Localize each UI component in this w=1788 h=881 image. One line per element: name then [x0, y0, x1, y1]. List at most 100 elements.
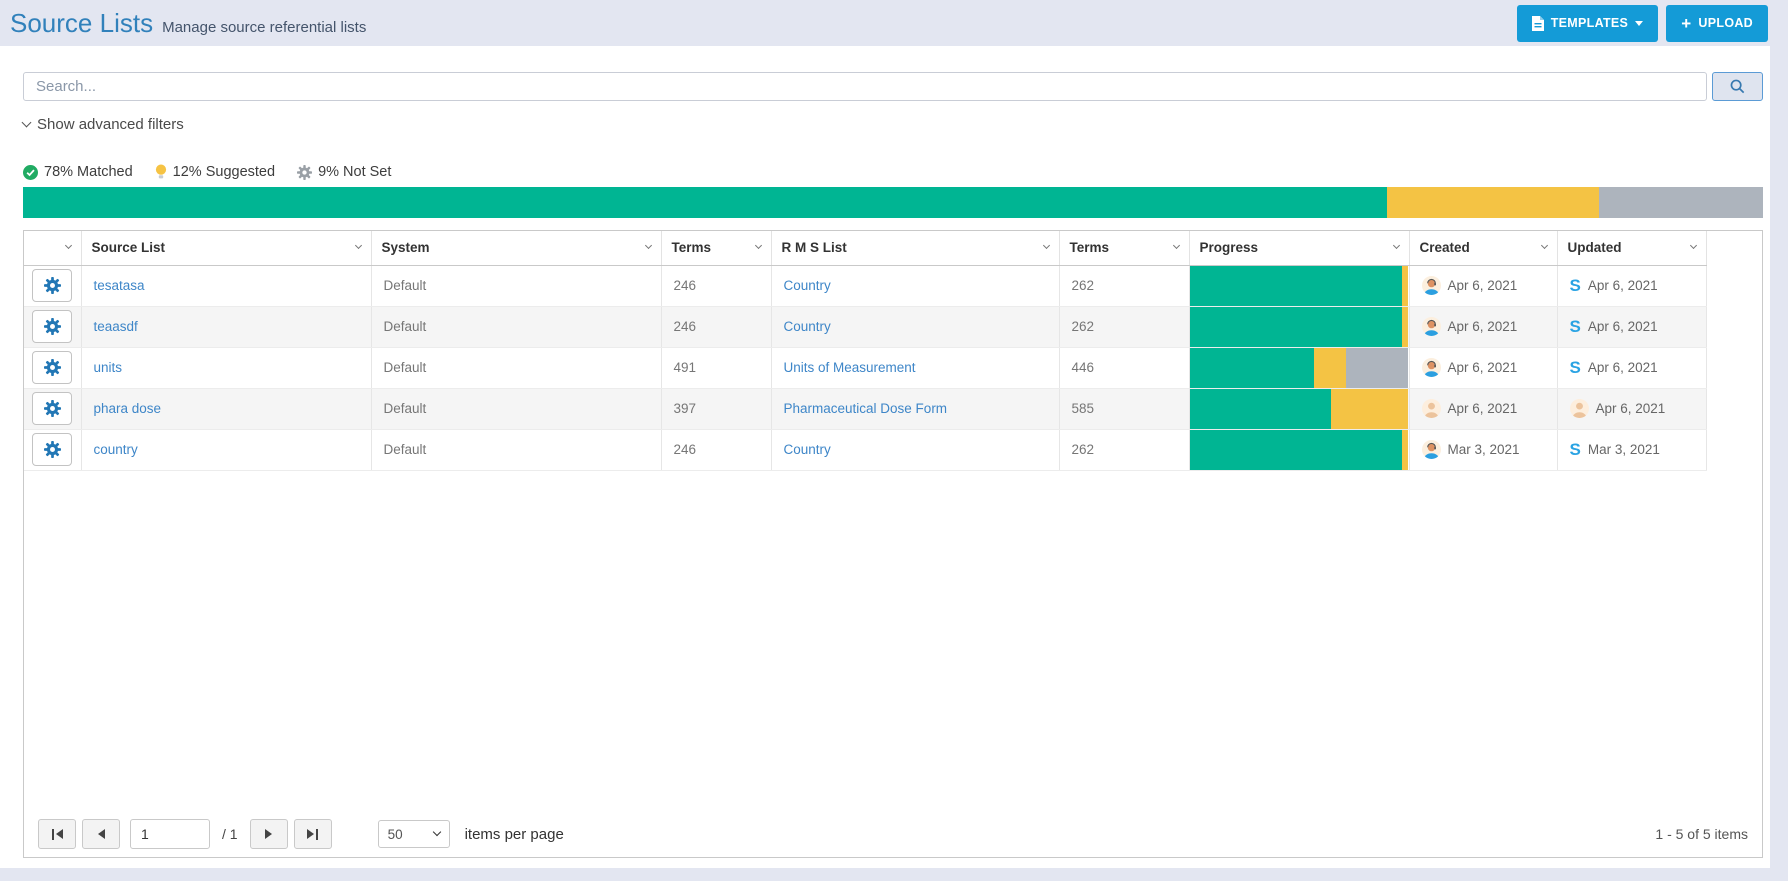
column-menu-chevron-icon[interactable] — [1392, 242, 1399, 249]
updated-date: Apr 6, 2021 — [1588, 319, 1658, 334]
last-page-button[interactable] — [294, 819, 332, 849]
created-cell: Apr 6, 2021 — [1409, 388, 1557, 429]
source-list-link[interactable]: phara dose — [94, 401, 162, 416]
table-row: units Default 491 Units of Measurement 4… — [24, 347, 1762, 388]
rms-list-link[interactable]: Pharmaceutical Dose Form — [784, 401, 948, 416]
next-page-button[interactable] — [250, 819, 288, 849]
rms-list-link[interactable]: Country — [784, 319, 831, 334]
progress-suggested-segment — [1402, 266, 1409, 306]
rms-list-link[interactable]: Country — [784, 278, 831, 293]
page-size-value: 50 — [388, 827, 403, 842]
column-menu-chevron-icon[interactable] — [1540, 242, 1547, 249]
column-menu-chevron-icon[interactable] — [1172, 242, 1179, 249]
column-menu-chevron-icon[interactable] — [1042, 242, 1049, 249]
row-progress-bar — [1190, 430, 1409, 470]
progress-cell — [1189, 347, 1409, 388]
column-header-progress-6: Progress — [1189, 231, 1409, 265]
source-list-cell: units — [81, 347, 371, 388]
suggested-label: 12% Suggested — [173, 164, 275, 180]
column-label: Progress — [1200, 240, 1259, 255]
rms-list-link[interactable]: Units of Measurement — [784, 360, 916, 375]
templates-button-label: TEMPLATES — [1551, 16, 1628, 30]
column-menu-chevron-icon[interactable] — [754, 242, 761, 249]
items-per-page-label: items per page — [465, 826, 564, 843]
gear-icon — [44, 318, 61, 335]
gear-icon — [44, 277, 61, 294]
column-header-terms-5: Terms — [1059, 231, 1189, 265]
system-cell: Default — [371, 265, 661, 306]
search-input[interactable] — [23, 72, 1707, 101]
column-label: System — [382, 240, 430, 255]
advanced-filters-toggle[interactable]: Show advanced filters — [23, 116, 184, 133]
created-date: Mar 3, 2021 — [1448, 442, 1520, 457]
rms-terms-cell: 446 — [1059, 347, 1189, 388]
first-page-button[interactable] — [38, 819, 76, 849]
created-date: Apr 6, 2021 — [1448, 278, 1518, 293]
match-summary-legend: 78% Matched 12% Suggested 9% Not Set — [23, 164, 391, 180]
gear-icon — [44, 359, 61, 376]
source-lists-grid: Source List System Terms R M S List Term… — [23, 230, 1763, 858]
column-menu-chevron-icon[interactable] — [64, 242, 71, 249]
table-row: teaasdf Default 246 Country 262 Apr 6, — [24, 306, 1762, 347]
progress-cell — [1189, 265, 1409, 306]
table-row: tesatasa Default 246 Country 262 Apr 6, — [24, 265, 1762, 306]
prev-page-button[interactable] — [82, 819, 120, 849]
items-range-label: 1 - 5 of 5 items — [1655, 826, 1748, 842]
filler-cell — [1706, 388, 1762, 429]
updated-date: Apr 6, 2021 — [1588, 278, 1658, 293]
row-settings-button[interactable] — [32, 310, 72, 343]
rms-list-cell: Pharmaceutical Dose Form — [771, 388, 1059, 429]
caret-down-icon — [1635, 21, 1643, 26]
overall-notset-segment — [1599, 187, 1763, 218]
terms-cell: 246 — [661, 306, 771, 347]
avatar-headset-icon — [1422, 440, 1441, 459]
updated-cell: SApr 6, 2021 — [1557, 306, 1706, 347]
templates-button[interactable]: TEMPLATES — [1517, 5, 1658, 42]
filler-cell — [1706, 429, 1762, 470]
row-settings-button[interactable] — [32, 392, 72, 425]
plus-icon: + — [1681, 15, 1691, 32]
chevron-down-icon — [432, 828, 440, 836]
column-menu-chevron-icon[interactable] — [354, 242, 361, 249]
page-size-select[interactable]: 50 — [378, 820, 450, 848]
row-progress-bar — [1190, 348, 1409, 388]
column-menu-chevron-icon[interactable] — [1689, 242, 1696, 249]
source-list-link[interactable]: country — [94, 442, 138, 457]
rms-list-link[interactable]: Country — [784, 442, 831, 457]
overall-suggested-segment — [1387, 187, 1599, 218]
page-number-input[interactable] — [130, 819, 210, 849]
row-settings-button[interactable] — [32, 351, 72, 384]
upload-button[interactable]: + UPLOAD — [1666, 5, 1768, 42]
progress-suggested-segment — [1402, 430, 1409, 470]
row-settings-button[interactable] — [32, 269, 72, 302]
updated-cell: Apr 6, 2021 — [1557, 388, 1706, 429]
column-menu-chevron-icon[interactable] — [644, 242, 651, 249]
chevron-down-icon — [22, 118, 32, 128]
source-list-cell: phara dose — [81, 388, 371, 429]
column-header-updated-8: Updated — [1557, 231, 1706, 265]
column-header-system-2: System — [371, 231, 661, 265]
source-list-link[interactable]: units — [94, 360, 123, 375]
progress-suggested-segment — [1402, 307, 1409, 347]
source-list-link[interactable]: tesatasa — [94, 278, 145, 293]
source-list-cell: country — [81, 429, 371, 470]
source-lists-table: Source List System Terms R M S List Term… — [24, 231, 1762, 471]
source-list-link[interactable]: teaasdf — [94, 319, 138, 334]
created-date: Apr 6, 2021 — [1448, 401, 1518, 416]
progress-matched-segment — [1190, 389, 1331, 429]
filler-cell — [1706, 306, 1762, 347]
avatar-headset-icon — [1422, 317, 1441, 336]
progress-matched-segment — [1190, 348, 1315, 388]
page-header: Source Lists Manage source referential l… — [0, 0, 1788, 46]
system-cell: Default — [371, 306, 661, 347]
not-set-gear-icon — [297, 165, 312, 180]
column-label: Updated — [1568, 240, 1622, 255]
system-cell: Default — [371, 347, 661, 388]
last-page-icon — [316, 829, 318, 840]
search-button[interactable] — [1712, 72, 1763, 101]
terms-cell: 397 — [661, 388, 771, 429]
prev-page-icon — [98, 829, 105, 839]
row-actions-cell — [24, 306, 81, 347]
not-set-label: 9% Not Set — [318, 164, 391, 180]
row-settings-button[interactable] — [32, 433, 72, 466]
